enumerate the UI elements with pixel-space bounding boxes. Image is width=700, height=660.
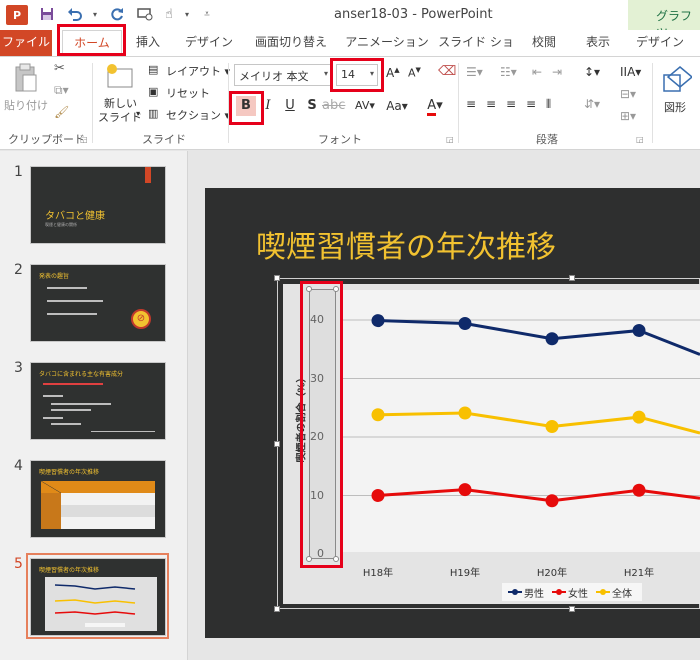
- legend-item-total: 全体: [596, 585, 632, 600]
- data-point[interactable]: [371, 408, 385, 422]
- data-point[interactable]: [371, 314, 385, 328]
- data-point[interactable]: [632, 324, 646, 338]
- legend-swatch: [508, 589, 522, 595]
- data-point[interactable]: [632, 410, 646, 424]
- axis-handle[interactable]: [333, 556, 339, 562]
- series-line-2[interactable]: [377, 411, 640, 428]
- data-point[interactable]: [545, 332, 559, 346]
- series-line-continuation: [638, 488, 700, 500]
- chart-legend[interactable]: 男性 女性 全体: [502, 583, 642, 601]
- legend-item-male: 男性: [508, 585, 544, 600]
- data-point[interactable]: [371, 489, 385, 502]
- x-tick-label: H20年: [536, 568, 568, 579]
- data-point[interactable]: [545, 419, 559, 433]
- axis-handle[interactable]: [333, 286, 339, 292]
- series-line-continuation: [638, 415, 700, 435]
- x-tick-label: H21年: [623, 568, 655, 579]
- axis-handle[interactable]: [306, 286, 312, 292]
- series-line-0[interactable]: [377, 319, 640, 341]
- x-tick-label: H18年: [362, 568, 394, 579]
- data-point[interactable]: [632, 483, 646, 497]
- data-point[interactable]: [458, 317, 472, 331]
- data-point[interactable]: [458, 483, 472, 497]
- line-chart: [343, 314, 700, 508]
- data-point[interactable]: [545, 494, 559, 508]
- vertical-axis-selection[interactable]: [309, 289, 336, 559]
- x-tick-label: H19年: [449, 568, 481, 579]
- data-point[interactable]: [458, 406, 472, 420]
- axis-handle[interactable]: [306, 556, 312, 562]
- legend-swatch: [552, 589, 566, 595]
- legend-swatch: [596, 589, 610, 595]
- series-line-continuation: [638, 329, 700, 356]
- legend-item-female: 女性: [552, 585, 588, 600]
